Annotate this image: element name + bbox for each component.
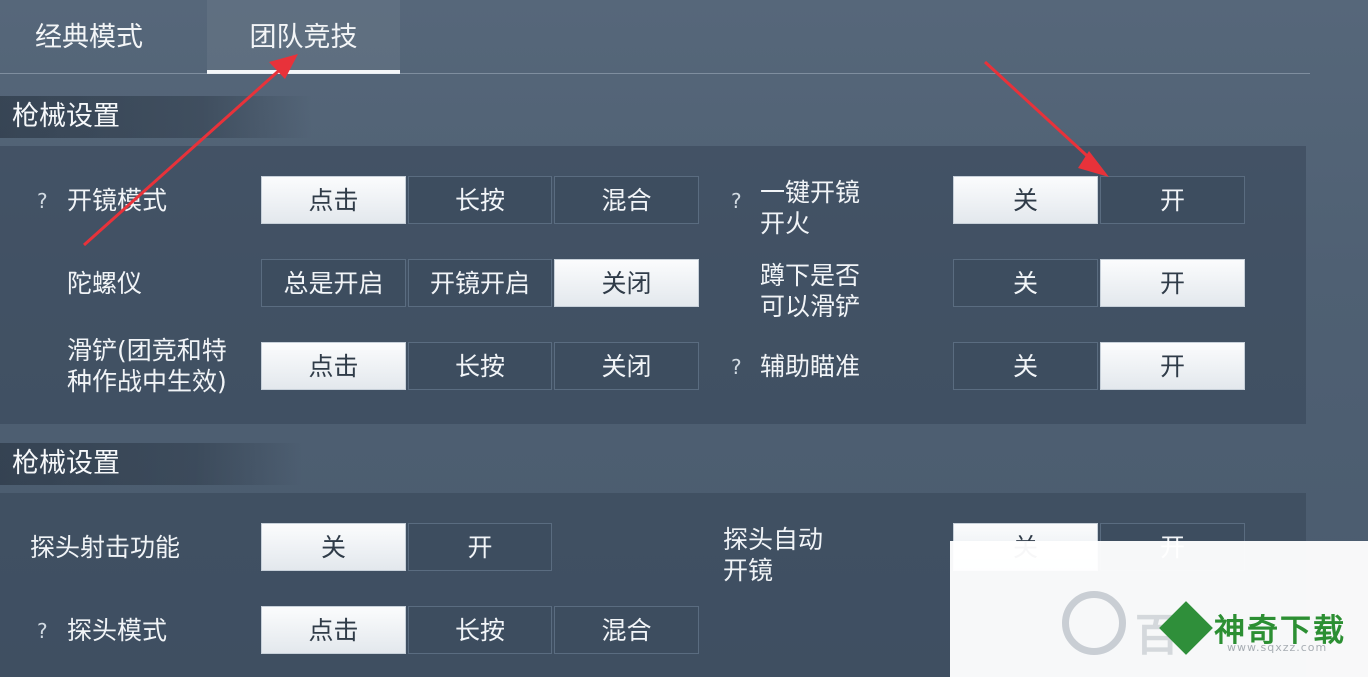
annotation-arrow-to-tab [82,54,298,247]
watermark-url: www.sqxzz.com [1227,641,1328,654]
watermark-swirl-icon [1062,591,1126,655]
watermark-overlay: 百 神奇下载 www.sqxzz.com [950,541,1368,677]
annotation-arrow-to-toggle [983,60,1109,177]
